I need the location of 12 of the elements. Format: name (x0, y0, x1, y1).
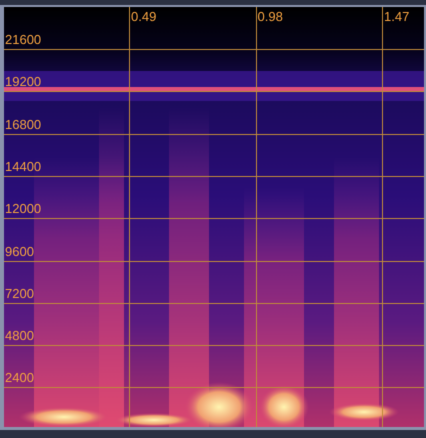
time-label: 1.47 (384, 9, 410, 24)
frequency-label: 19200 (5, 74, 42, 90)
time-label: 0.49 (131, 9, 156, 24)
frequency-label: 7200 (5, 286, 34, 301)
frequency-label: 9600 (5, 244, 34, 258)
frequency-label: 16800 (5, 116, 42, 132)
frequency-label: 12000 (5, 201, 42, 216)
frequency-label: 14400 (5, 158, 42, 174)
frequency-label: 4800 (5, 328, 34, 344)
frequency-label: 2400 (5, 370, 34, 386)
frequency-label: 21600 (5, 32, 42, 47)
time-label: 0.98 (258, 9, 283, 24)
